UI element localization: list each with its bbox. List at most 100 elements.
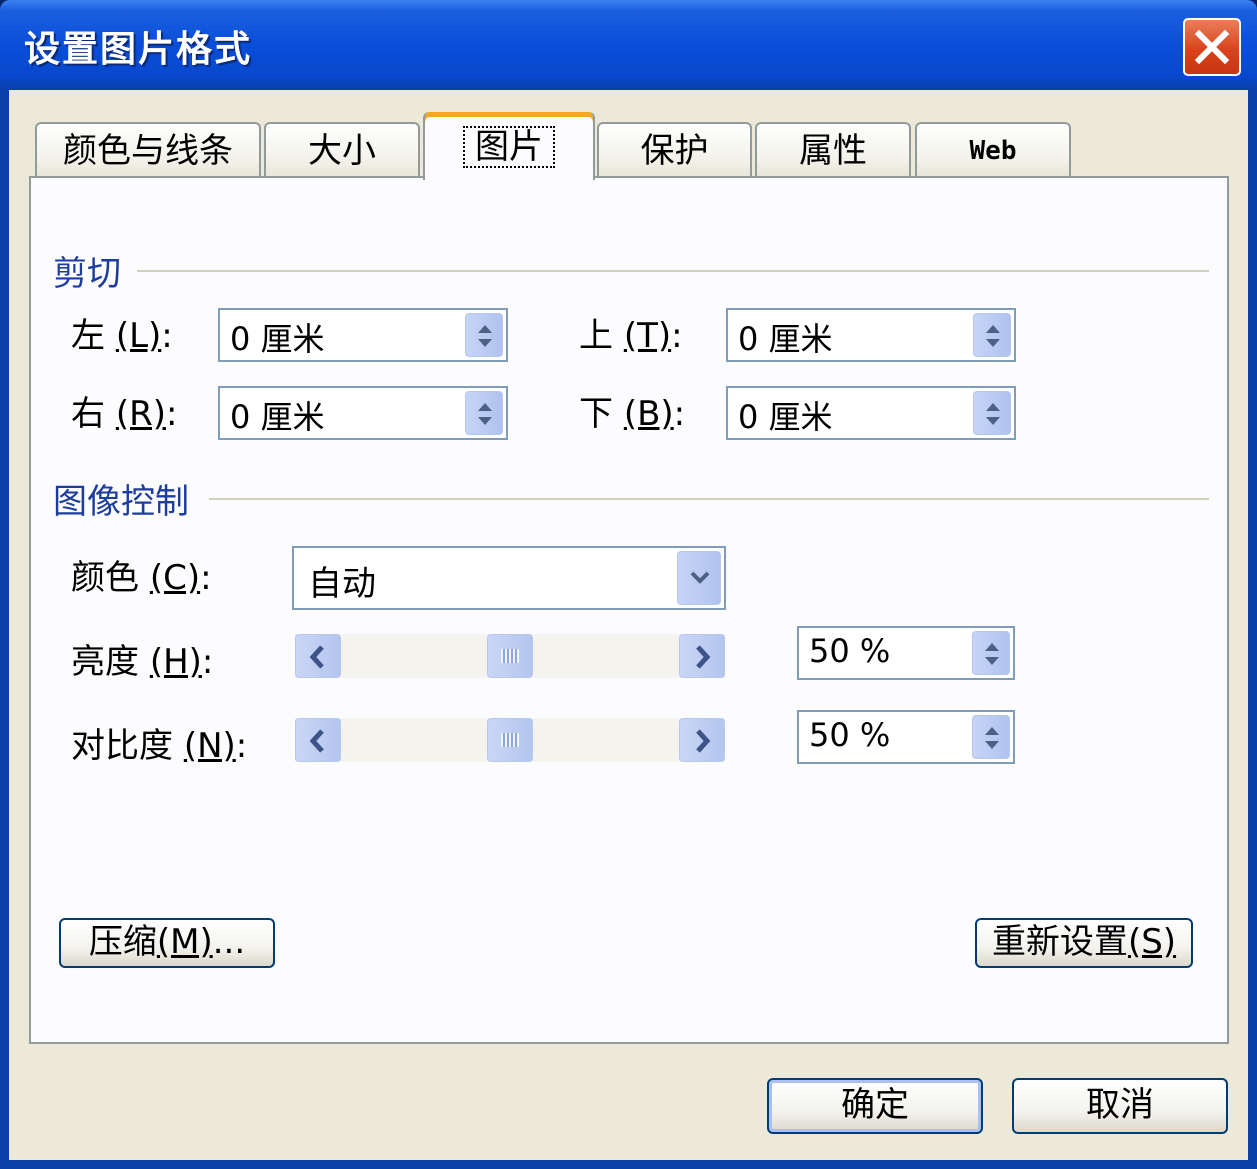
picture-tab-panel: 剪切 左 (L): 0 厘米 上 (T): 0 厘米 右 (R): 0 厘米 下…	[29, 176, 1229, 1044]
color-text: 颜色	[71, 558, 139, 598]
ok-button[interactable]: 确定	[767, 1078, 983, 1134]
color-dropdown-button[interactable]	[677, 551, 721, 605]
crop-top-value[interactable]: 0 厘米	[738, 314, 833, 360]
brightness-value[interactable]: 50 %	[809, 632, 890, 670]
contrast-slider[interactable]	[295, 718, 725, 762]
contrast-value[interactable]: 50 %	[809, 716, 890, 754]
color-hotkey: (C)	[149, 558, 201, 598]
crop-right-hotkey: (R)	[115, 394, 166, 434]
crop-bottom-colon: :	[673, 394, 686, 434]
compress-text: 压缩	[88, 922, 157, 962]
contrast-decrease-button[interactable]	[295, 718, 341, 762]
crop-bottom-hotkey: (B)	[623, 394, 674, 434]
crop-bottom-label: 下 (B):	[579, 386, 685, 435]
crop-bottom-text: 下	[579, 394, 613, 434]
brightness-increase-button[interactable]	[679, 634, 725, 678]
crop-left-spinner[interactable]	[465, 313, 503, 357]
brightness-spinner[interactable]	[972, 631, 1010, 675]
crop-left-spinbox[interactable]: 0 厘米	[218, 308, 508, 362]
crop-left-hotkey: (L)	[115, 316, 162, 356]
crop-bottom-spinner[interactable]	[973, 391, 1011, 435]
crop-left-text: 左	[71, 316, 105, 356]
crop-top-colon: :	[671, 316, 683, 356]
color-select-value: 自动	[308, 564, 376, 604]
image-control-group-title: 图像控制	[53, 474, 203, 523]
crop-left-colon: :	[161, 316, 173, 356]
tab-label: 大小	[308, 131, 376, 171]
contrast-slider-thumb[interactable]	[487, 718, 533, 762]
spin-arrows-icon	[986, 325, 1000, 347]
compress-button[interactable]: 压缩(M)...	[59, 918, 275, 968]
color-select[interactable]: 自动	[292, 546, 726, 610]
tab-picture[interactable]: 图片	[423, 112, 595, 180]
contrast-colon: :	[235, 726, 248, 766]
tab-label: 颜色与线条	[63, 131, 233, 171]
spin-arrows-icon	[985, 727, 999, 749]
grip-icon	[501, 733, 519, 747]
crop-top-spinbox[interactable]: 0 厘米	[726, 308, 1016, 362]
brightness-hotkey: (H)	[149, 642, 202, 682]
tab-protection[interactable]: 保护	[597, 122, 752, 178]
ok-text: 确定	[841, 1085, 909, 1125]
spin-arrows-icon	[478, 325, 492, 347]
crop-bottom-spinbox[interactable]: 0 厘米	[726, 386, 1016, 440]
reset-hotkey: (S)	[1127, 922, 1177, 962]
crop-top-label: 上 (T):	[579, 308, 683, 357]
grip-icon	[501, 649, 519, 663]
contrast-label: 对比度 (N):	[71, 718, 247, 767]
spin-arrows-icon	[985, 643, 999, 665]
chevron-down-icon	[690, 571, 710, 584]
crop-bottom-value[interactable]: 0 厘米	[738, 392, 833, 438]
brightness-text: 亮度	[71, 642, 139, 682]
brightness-colon: :	[201, 642, 214, 682]
brightness-decrease-button[interactable]	[295, 634, 341, 678]
tab-properties[interactable]: 属性	[755, 122, 911, 178]
chevron-left-icon	[309, 645, 324, 669]
brightness-slider[interactable]	[295, 634, 725, 678]
spin-arrows-icon	[478, 403, 492, 425]
chevron-left-icon	[309, 729, 324, 753]
cancel-text: 取消	[1086, 1085, 1154, 1125]
brightness-label: 亮度 (H):	[71, 634, 213, 683]
compress-ellipsis: ...	[212, 922, 246, 962]
color-label: 颜色 (C):	[71, 550, 212, 599]
group-divider	[137, 270, 1209, 272]
tab-label: Web	[969, 136, 1017, 166]
crop-right-spinbox[interactable]: 0 厘米	[218, 386, 508, 440]
spin-arrows-icon	[986, 403, 1000, 425]
tab-label: 属性	[799, 131, 867, 171]
brightness-spinbox[interactable]: 50 %	[797, 626, 1015, 680]
crop-right-text: 右	[71, 394, 105, 434]
contrast-spinner[interactable]	[972, 715, 1010, 759]
tab-label: 图片	[463, 126, 555, 168]
crop-right-spinner[interactable]	[465, 391, 503, 435]
crop-top-spinner[interactable]	[973, 313, 1011, 357]
reset-button[interactable]: 重新设置(S)	[975, 918, 1193, 968]
chevron-right-icon	[696, 645, 711, 669]
compress-hotkey: (M)	[156, 922, 213, 962]
crop-right-label: 右 (R):	[71, 386, 177, 435]
window-title: 设置图片格式	[24, 29, 253, 70]
tab-web[interactable]: Web	[915, 122, 1071, 178]
crop-group-title: 剪切	[53, 246, 135, 295]
brightness-slider-thumb[interactable]	[487, 634, 533, 678]
tab-colors-lines[interactable]: 颜色与线条	[35, 122, 261, 178]
contrast-increase-button[interactable]	[679, 718, 725, 762]
contrast-text: 对比度	[71, 726, 173, 766]
cancel-button[interactable]: 取消	[1012, 1078, 1228, 1134]
group-divider	[209, 498, 1209, 500]
contrast-spinbox[interactable]: 50 %	[797, 710, 1015, 764]
crop-left-value[interactable]: 0 厘米	[230, 314, 325, 360]
close-icon	[1194, 29, 1230, 65]
dialog-window: 设置图片格式 颜色与线条 大小 图片 保护 属性 Web 剪切 左 (L): 0…	[0, 0, 1257, 1169]
tab-size[interactable]: 大小	[264, 122, 420, 178]
crop-top-text: 上	[579, 316, 613, 356]
crop-top-hotkey: (T)	[623, 316, 672, 356]
crop-left-label: 左 (L):	[71, 308, 173, 357]
chevron-right-icon	[696, 729, 711, 753]
crop-right-value[interactable]: 0 厘米	[230, 392, 325, 438]
close-button[interactable]	[1183, 18, 1241, 76]
crop-right-colon: :	[165, 394, 178, 434]
title-bar[interactable]: 设置图片格式	[0, 0, 1257, 90]
reset-text: 重新设置	[991, 922, 1128, 962]
